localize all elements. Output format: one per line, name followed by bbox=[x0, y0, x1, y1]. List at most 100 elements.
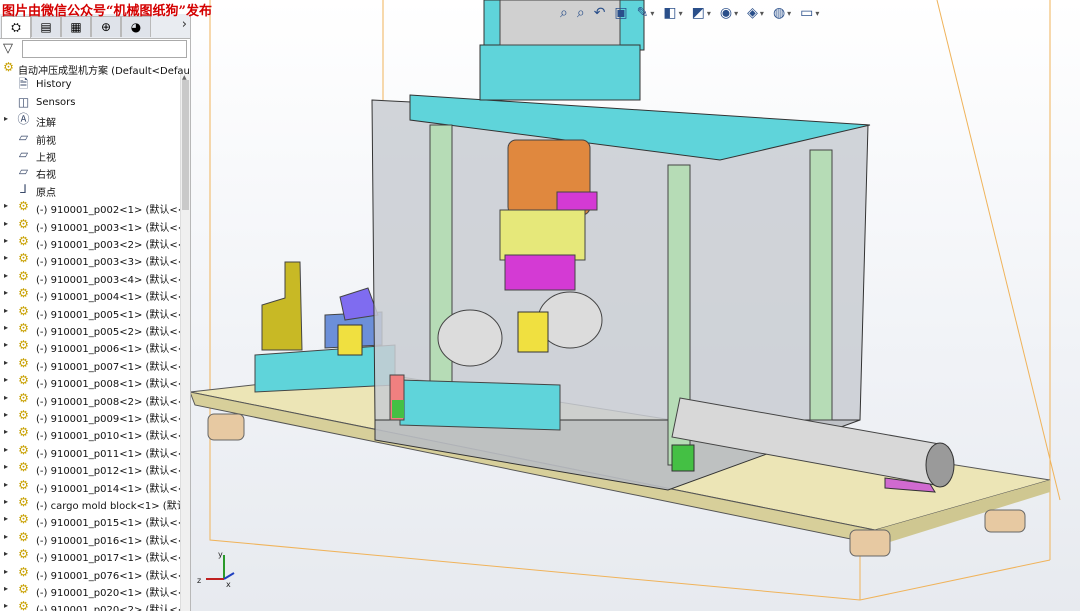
dropdown-arrow-icon[interactable]: ▾ bbox=[679, 9, 683, 18]
tree-item[interactable]: ▱ 右视 bbox=[0, 164, 180, 182]
filter-input[interactable] bbox=[22, 40, 187, 58]
tree-item-label: (-) 910001_p009<1> (默认<<D bbox=[36, 414, 191, 425]
tree-item[interactable]: ▸ ⚙ (-) 910001_p008<1> (默认<<D bbox=[0, 373, 190, 391]
expand-arrow-icon[interactable]: ▸ bbox=[4, 410, 8, 419]
part-icon: ⚙ bbox=[18, 286, 29, 301]
tree-item[interactable]: ▸ ⚙ (-) 910001_p003<1> (默认<<D bbox=[0, 216, 190, 234]
tree-item[interactable]: ⅃ 原点 bbox=[0, 182, 180, 199]
section-view-icon[interactable]: ▣ bbox=[614, 5, 627, 21]
tree-item[interactable]: ▸ ⚙ (-) 910001_p009<1> (默认<<D bbox=[0, 408, 190, 426]
svg-text:x: x bbox=[226, 580, 231, 589]
expand-arrow-icon[interactable]: ▸ bbox=[4, 288, 8, 297]
dropdown-arrow-icon[interactable]: ▾ bbox=[707, 9, 711, 18]
part-icon: ⚙ bbox=[18, 547, 29, 562]
tree-root-assembly[interactable]: ⚙ 自动冲压成型机方案 (Default<Default bbox=[0, 60, 190, 78]
tab-feature-manager[interactable]: ⛭ bbox=[1, 16, 31, 38]
part-icon: ⚙ bbox=[18, 442, 29, 457]
scene-icon[interactable]: ◍ bbox=[773, 5, 785, 21]
dropdown-arrow-icon[interactable]: ▾ bbox=[734, 9, 738, 18]
tab-display-manager[interactable]: ◕ bbox=[121, 16, 151, 37]
expand-arrow-icon[interactable]: ▸ bbox=[4, 114, 8, 123]
tree-item[interactable]: ▸ Ⓐ 注解 bbox=[0, 112, 180, 130]
tree-item[interactable]: ▸ ⚙ (-) 910001_p008<2> (默认<<D bbox=[0, 391, 190, 408]
expand-arrow-icon[interactable]: ▸ bbox=[4, 358, 8, 367]
dropdown-arrow-icon[interactable]: ▾ bbox=[760, 9, 764, 18]
part-icon: ⚙ bbox=[18, 582, 29, 596]
hide-show-icon[interactable]: ◉ bbox=[720, 5, 732, 21]
dynamic-annotation-icon[interactable]: ✎ bbox=[637, 5, 649, 21]
tree-item[interactable]: ▸ ⚙ (-) 910001_p007<1> (默认<<D bbox=[0, 356, 190, 373]
view-settings-icon[interactable]: ▭ bbox=[800, 5, 813, 21]
tree-item[interactable]: ▸ ⚙ (-) 910001_p005<1> (默认<<D bbox=[0, 304, 190, 321]
tree-item[interactable]: ▸ ⚙ (-) 910001_p016<1> (默认<<D bbox=[0, 530, 190, 547]
tab-property-manager[interactable]: ▤ bbox=[31, 16, 61, 37]
expand-arrow-icon[interactable]: ▸ bbox=[4, 340, 8, 349]
tree-item[interactable]: ▸ ⚙ (-) 910001_p002<1> (默认<<D bbox=[0, 199, 190, 217]
expand-arrow-icon[interactable]: ▸ bbox=[4, 427, 8, 436]
dropdown-arrow-icon[interactable]: ▾ bbox=[815, 9, 819, 18]
expand-arrow-icon[interactable]: ▸ bbox=[4, 236, 8, 245]
expand-arrow-icon[interactable]: ▸ bbox=[4, 567, 8, 576]
expand-arrow-icon[interactable]: ▸ bbox=[4, 584, 8, 593]
tree-item[interactable]: ▸ ⚙ (-) 910001_p020<1> (默认<<D bbox=[0, 582, 190, 600]
zoom-fit-icon[interactable]: ⌕ bbox=[560, 5, 568, 21]
tree-scrollbar[interactable]: ▲ bbox=[180, 74, 190, 611]
view-orientation-icon[interactable]: ◧ bbox=[663, 5, 676, 21]
tab-scroll-right-icon[interactable]: › bbox=[182, 17, 187, 32]
part-icon: ⚙ bbox=[18, 425, 29, 440]
expand-arrow-icon[interactable]: ▸ bbox=[4, 306, 8, 315]
tree-item[interactable]: ▸ ⚙ (-) 910001_p003<2> (默认<<D bbox=[0, 234, 190, 252]
tree-item-label: (-) 910001_p004<1> (默认<<D bbox=[36, 292, 191, 304]
tree-item[interactable]: ▸ ⚙ (-) 910001_p006<1> (默认<<D bbox=[0, 338, 190, 356]
tree-item[interactable]: ▸ ⚙ (-) 910001_p010<1> (默认<<D bbox=[0, 425, 190, 443]
expand-arrow-icon[interactable]: ▸ bbox=[4, 201, 8, 210]
tree-item[interactable]: ▱ 前视 bbox=[0, 130, 180, 147]
expand-arrow-icon[interactable]: ▸ bbox=[4, 375, 8, 384]
expand-arrow-icon[interactable]: ▸ bbox=[4, 393, 8, 402]
tree-item[interactable]: ▸ ⚙ (-) 910001_p020<2> (默认<<D bbox=[0, 599, 190, 611]
tab-configuration-manager[interactable]: ▦ bbox=[61, 16, 91, 37]
previous-view-icon[interactable]: ↶ bbox=[594, 5, 606, 21]
expand-arrow-icon[interactable]: ▸ bbox=[4, 514, 8, 523]
tree-item[interactable]: ▸ ⚙ (-) 910001_p003<3> (默认<<D bbox=[0, 251, 190, 269]
tree-item[interactable]: ▸ ⚙ (-) 910001_p014<1> (默认<<D bbox=[0, 478, 190, 495]
expand-arrow-icon[interactable]: ▸ bbox=[4, 480, 8, 489]
tree-item[interactable]: ▸ ⚙ (-) 910001_p012<1> (默认<<D bbox=[0, 460, 190, 478]
tree-item-label: Sensors bbox=[36, 96, 76, 108]
expand-arrow-icon[interactable]: ▸ bbox=[4, 601, 8, 610]
tree-item[interactable]: ▸ ⚙ (-) 910001_p003<4> (默认<<D bbox=[0, 268, 190, 286]
tree-item[interactable]: ▸ ⚙ (-) 910001_p076<1> (默认<<D bbox=[0, 565, 190, 582]
property-manager-icon: ▤ bbox=[40, 20, 52, 34]
edit-appearance-icon[interactable]: ◈ bbox=[747, 5, 758, 21]
expand-arrow-icon[interactable]: ▸ bbox=[4, 253, 8, 262]
tree-item[interactable]: ▸ ⚙ (-) 910001_p011<1> (默认<<D bbox=[0, 442, 190, 460]
tab-dimxpert-manager[interactable]: ⊕ bbox=[91, 16, 121, 37]
tree-item[interactable]: ▱ 上视 bbox=[0, 147, 180, 165]
expand-arrow-icon[interactable]: ▸ bbox=[4, 323, 8, 332]
part-icon: ⚙ bbox=[18, 251, 29, 266]
tree-item[interactable]: ▸ ⚙ (-) 910001_p015<1> (默认<<D bbox=[0, 512, 190, 530]
expand-arrow-icon[interactable]: ▸ bbox=[4, 549, 8, 558]
part-icon: ⚙ bbox=[18, 268, 29, 283]
graphics-viewport[interactable] bbox=[190, 0, 1080, 611]
tree-item[interactable]: ▸ ⚙ (-) 910001_p005<2> (默认<<D bbox=[0, 321, 190, 339]
expand-arrow-icon[interactable]: ▸ bbox=[4, 445, 8, 454]
zoom-area-icon[interactable]: ⌕ bbox=[577, 5, 585, 21]
tree-item[interactable]: ▸ ⚙ (-) cargo mold block<1> (默认 bbox=[0, 495, 187, 513]
dropdown-arrow-icon[interactable]: ▾ bbox=[787, 9, 791, 18]
expand-arrow-icon[interactable]: ▸ bbox=[4, 462, 8, 471]
tree-item[interactable]: ▸ ⚙ (-) 910001_p017<1> (默认<<D bbox=[0, 547, 190, 565]
expand-arrow-icon[interactable]: ▸ bbox=[4, 497, 8, 506]
expand-arrow-icon[interactable]: ▸ bbox=[4, 219, 8, 228]
tree-item[interactable]: 🗎 History bbox=[0, 77, 180, 94]
expand-arrow-icon[interactable]: ▸ bbox=[4, 532, 8, 541]
tree-item[interactable]: ▸ ⚙ (-) 910001_p004<1> (默认<<D bbox=[0, 286, 190, 304]
display-style-icon[interactable]: ◩ bbox=[692, 5, 705, 21]
feature-manager-icon: ⛭ bbox=[11, 20, 21, 34]
scrollbar-thumb[interactable] bbox=[182, 80, 189, 210]
part-icon: ⚙ bbox=[18, 216, 29, 231]
tree-item[interactable]: ◫ Sensors bbox=[0, 95, 180, 112]
expand-arrow-icon[interactable]: ▸ bbox=[4, 271, 8, 280]
filter-icon[interactable]: ▽ bbox=[3, 41, 13, 56]
dropdown-arrow-icon[interactable]: ▾ bbox=[650, 9, 654, 18]
